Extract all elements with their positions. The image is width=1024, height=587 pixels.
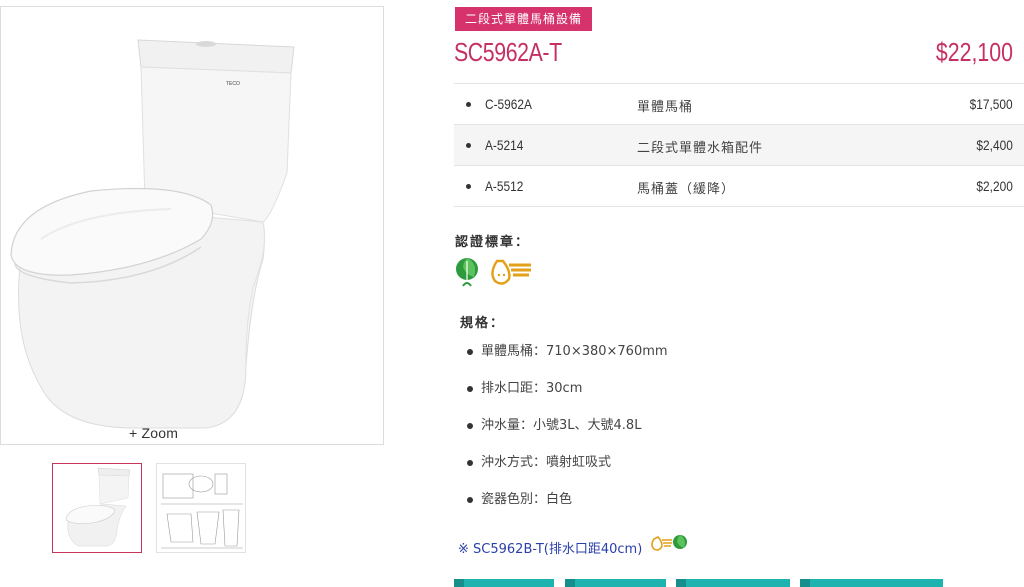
part-code: C-5962A (485, 96, 532, 112)
part-name: 二段式單體水箱配件 (637, 141, 764, 156)
spec-item: 沖水方式：噴射虹吸式 (467, 454, 668, 491)
certification-title: 認證標章： (455, 235, 531, 250)
part-price: $2,200 (976, 178, 1013, 194)
parts-table: C-5962A 單體馬桶 $17,500 A-5214 二段式單體水箱配件 $2… (454, 83, 1024, 207)
zoom-link[interactable]: + Zoom (129, 425, 178, 441)
button-accent (454, 579, 464, 587)
action-button-1[interactable] (454, 579, 554, 587)
button-accent (676, 579, 686, 587)
toilet-photo: TECO (10, 39, 295, 429)
green-mark-icon (673, 535, 687, 549)
spec-text: 排水口距：30cm (481, 381, 583, 396)
bullet-icon (467, 497, 473, 503)
spec-item: 單體馬桶：710×380×760mm (467, 343, 668, 380)
note-certification-icons (651, 535, 687, 551)
category-badge[interactable]: 二段式單體馬桶設備 (455, 7, 593, 31)
water-saving-mark-icon (491, 259, 531, 285)
product-price: $22,100 (935, 37, 1013, 67)
main-product-image[interactable]: TECO + Zoom (0, 6, 384, 445)
part-code: A-5214 (485, 137, 524, 153)
bullet-icon (466, 184, 471, 189)
action-button-4[interactable] (800, 579, 943, 587)
part-price: $17,500 (969, 96, 1013, 112)
spec-title: 規格： (460, 316, 506, 331)
button-accent (800, 579, 810, 587)
part-code: A-5512 (485, 178, 524, 194)
action-button-3[interactable] (676, 579, 790, 587)
part-name: 單體馬桶 (637, 100, 694, 115)
part-name: 馬桶蓋（緩降） (637, 182, 736, 197)
action-button-2[interactable] (565, 579, 666, 587)
spec-text: 瓷器色別：白色 (481, 492, 573, 507)
spec-item: 排水口距：30cm (467, 380, 668, 417)
thumbnail-product-photo[interactable] (52, 463, 142, 553)
bullet-icon (467, 386, 473, 392)
bullet-icon (466, 102, 471, 107)
green-mark-icon (456, 258, 478, 287)
bullet-icon (467, 349, 473, 355)
spec-text: 沖水方式：噴射虹吸式 (481, 455, 612, 470)
drawing-thumbnail-icon (161, 473, 243, 549)
spec-item: 沖水量：小號3L、大號4.8L (467, 417, 668, 454)
part-row: A-5214 二段式單體水箱配件 $2,400 (454, 125, 1024, 166)
spec-list: 單體馬桶：710×380×760mm 排水口距：30cm 沖水量：小號3L、大號… (467, 343, 668, 528)
spec-text: 單體馬桶：710×380×760mm (481, 344, 668, 359)
spec-text: 沖水量：小號3L、大號4.8L (481, 418, 642, 433)
part-price: $2,400 (976, 137, 1013, 153)
bullet-icon (467, 423, 473, 429)
toilet-thumbnail-icon (65, 467, 131, 547)
brand-mark: TECO (226, 81, 240, 87)
button-accent (565, 579, 575, 587)
part-row: C-5962A 單體馬桶 $17,500 (454, 84, 1024, 125)
water-saving-mark-icon (651, 536, 672, 551)
thumbnail-technical-drawing[interactable] (156, 463, 246, 553)
bullet-icon (466, 143, 471, 148)
product-code: SC5962A-T (454, 37, 562, 67)
bullet-icon (467, 460, 473, 466)
spec-item: 瓷器色別：白色 (467, 491, 668, 528)
part-row: A-5512 馬桶蓋（緩降） $2,200 (454, 166, 1024, 207)
alternate-model-link[interactable]: ※ SC5962B-T(排水口距40cm) (458, 538, 642, 557)
